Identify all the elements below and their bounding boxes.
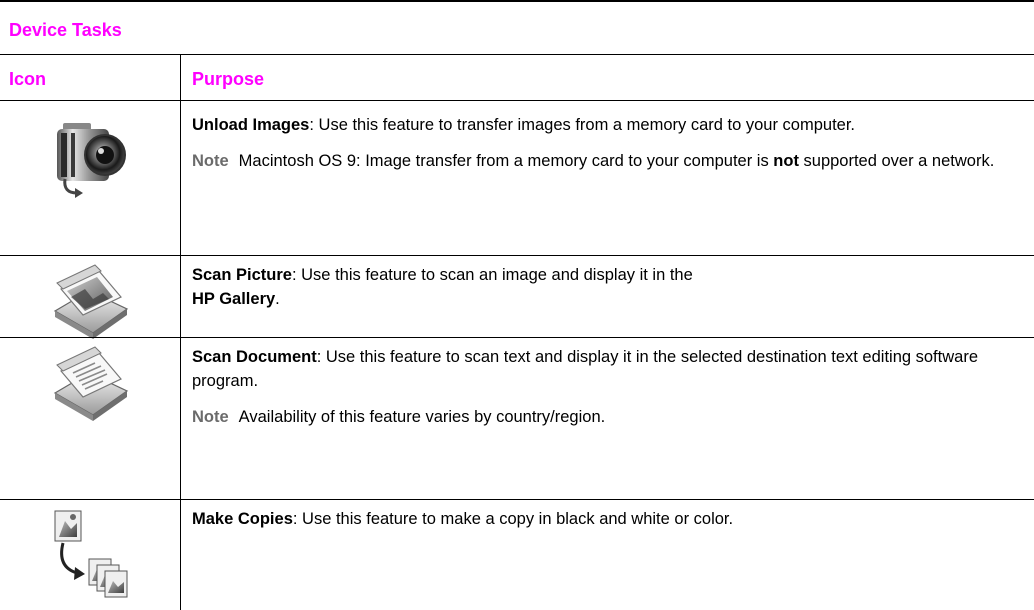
table-top-rule bbox=[0, 0, 1034, 2]
row-4-title: Make Copies bbox=[192, 510, 293, 528]
row-1-purpose: Unload Images: Use this feature to trans… bbox=[192, 113, 1026, 173]
row-2-icon-cell bbox=[0, 263, 180, 339]
row-3-divider bbox=[0, 499, 1034, 500]
row-2-purpose: Scan Picture: Use this feature to scan a… bbox=[192, 263, 1026, 311]
row-3-title: Scan Document bbox=[192, 348, 317, 366]
row-1-text: : Use this feature to transfer images fr… bbox=[309, 116, 856, 134]
caption-divider bbox=[0, 54, 1034, 55]
header-icon: Icon bbox=[9, 69, 47, 89]
row-4-description: Make Copies: Use this feature to make a … bbox=[192, 510, 734, 528]
row-2-divider bbox=[0, 337, 1034, 338]
row-1-note-label: Note bbox=[192, 152, 229, 170]
row-3-purpose: Scan Document: Use this feature to scan … bbox=[192, 345, 1026, 429]
row-3-note-label: Note bbox=[192, 408, 229, 426]
row-1-description: Unload Images: Use this feature to trans… bbox=[192, 113, 1026, 137]
camera-unload-icon bbox=[57, 123, 126, 198]
row-1-note-text: Macintosh OS 9: Image transfer from a me… bbox=[238, 152, 995, 170]
column-divider bbox=[180, 54, 181, 610]
row-3-description: Scan Document: Use this feature to scan … bbox=[192, 348, 978, 390]
make-copies-icon bbox=[54, 510, 128, 598]
scan-document-icon bbox=[53, 346, 129, 421]
row-2-title: Scan Picture bbox=[192, 266, 292, 284]
scan-picture-icon bbox=[53, 264, 129, 339]
row-1-divider bbox=[0, 255, 1034, 256]
row-3-note: Note Availability of this feature varies… bbox=[192, 405, 1026, 429]
row-4-purpose: Make Copies: Use this feature to make a … bbox=[192, 507, 1026, 531]
row-1-icon-cell bbox=[0, 113, 180, 203]
row-3-note-text: Availability of this feature varies by c… bbox=[238, 408, 606, 426]
row-4-icon-cell bbox=[0, 507, 180, 605]
row-2-description: Scan Picture: Use this feature to scan a… bbox=[192, 266, 693, 308]
row-1-note: Note Macintosh OS 9: Image transfer from… bbox=[192, 149, 1026, 173]
row-3-icon-cell bbox=[0, 345, 180, 421]
table-caption: Device Tasks bbox=[9, 20, 122, 40]
hp-gallery-label: HP Gallery bbox=[192, 290, 276, 308]
row-1-title: Unload Images bbox=[192, 116, 310, 134]
header-purpose: Purpose bbox=[192, 69, 265, 89]
header-divider bbox=[0, 100, 1034, 101]
